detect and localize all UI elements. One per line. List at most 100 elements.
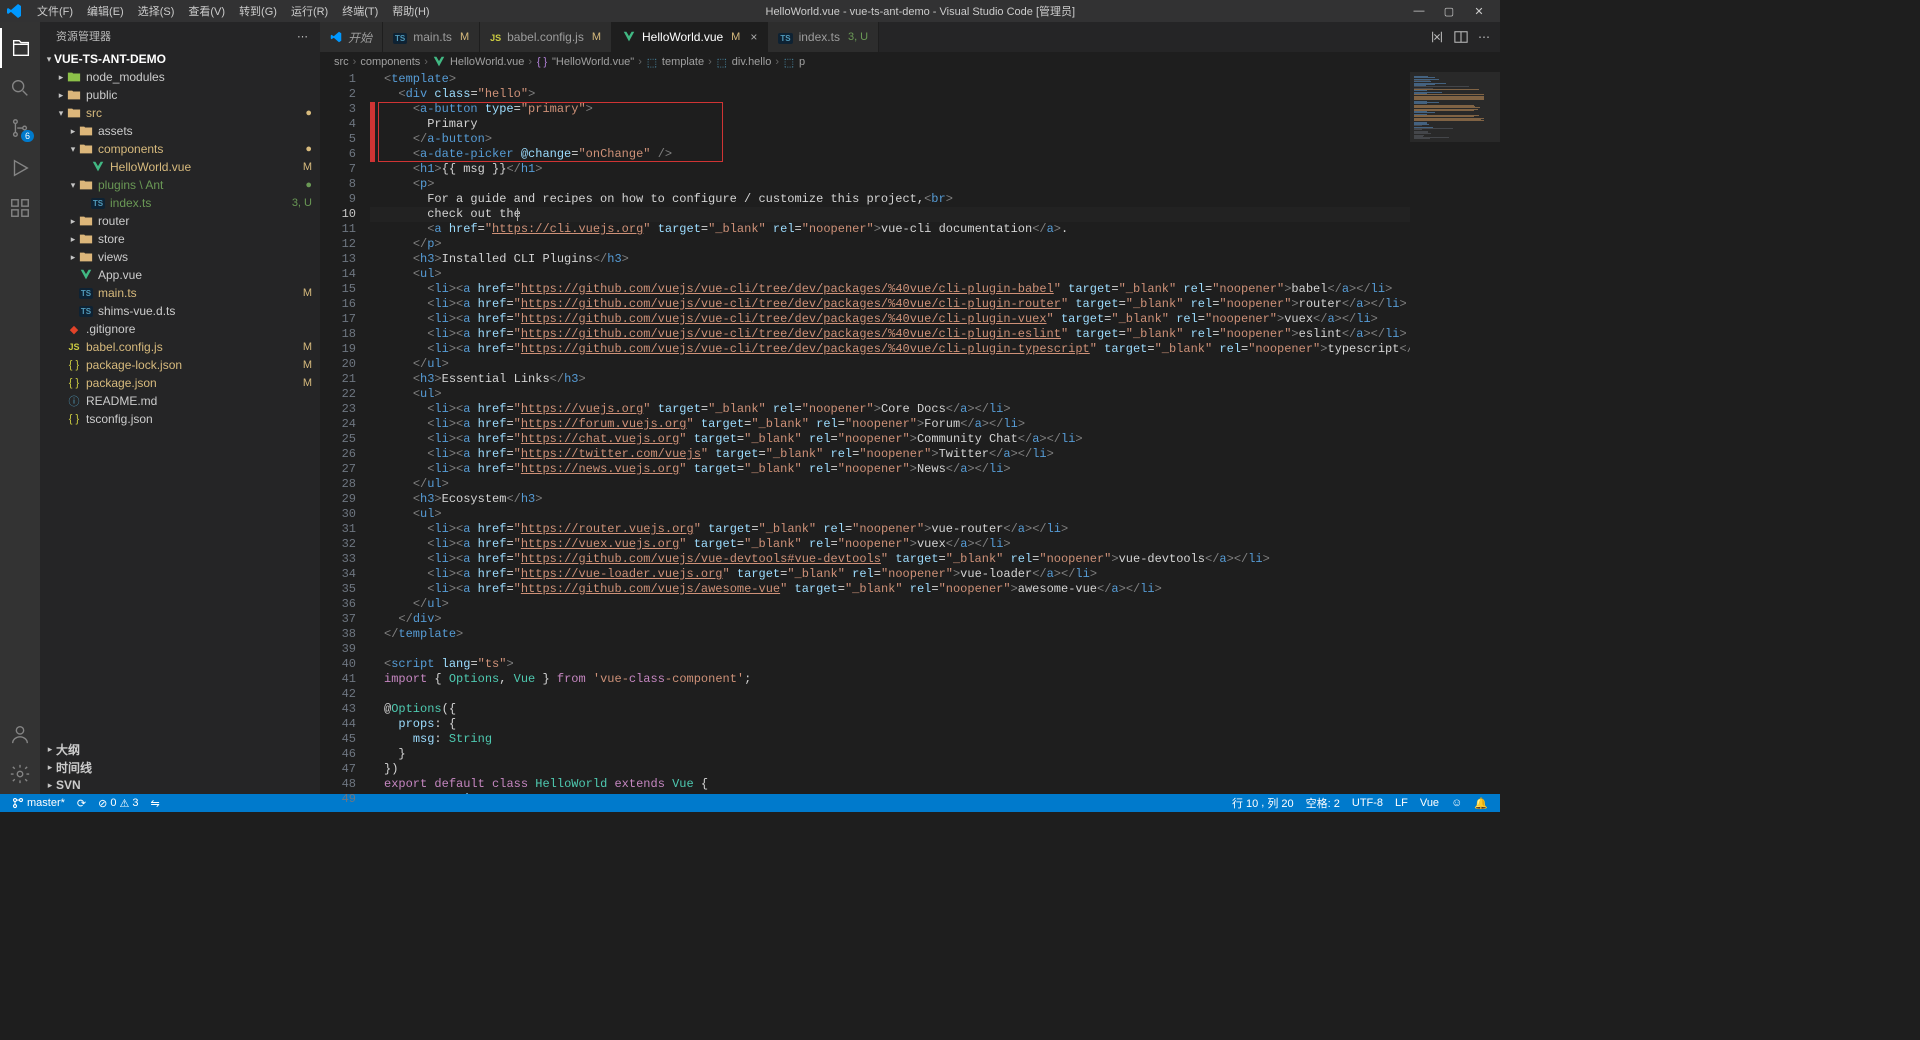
breadcrumb-item[interactable]: components — [360, 56, 420, 68]
tree-folder[interactable]: ▸assets — [40, 122, 320, 140]
tree-folder[interactable]: ▸public — [40, 86, 320, 104]
project-name: VUE-TS-ANT-DEMO — [54, 52, 312, 66]
tree-folder[interactable]: ▾plugins \ Ant● — [40, 176, 320, 194]
menu-item[interactable]: 文件(F) — [30, 1, 80, 21]
sidebar-section[interactable]: ▸SVN — [40, 776, 320, 794]
tree-folder[interactable]: ▾components● — [40, 140, 320, 158]
status-feedback-icon[interactable]: ☺ — [1445, 797, 1468, 809]
branch-label: master* — [27, 797, 65, 809]
editor-area: 开始TSmain.tsMJSbabel.config.jsMHelloWorld… — [320, 22, 1500, 794]
run-debug-icon[interactable] — [0, 148, 40, 188]
menu-item[interactable]: 转到(G) — [232, 1, 284, 21]
sidebar-section[interactable]: ▸大纲 — [40, 740, 320, 758]
status-problems[interactable]: ⊘0 ⚠3 — [92, 797, 144, 810]
menu-item[interactable]: 编辑(E) — [80, 1, 131, 21]
tab-label: main.ts — [413, 30, 452, 44]
tree-label: views — [98, 250, 312, 264]
source-control-icon[interactable]: 6 — [0, 108, 40, 148]
tree-file[interactable]: ◆.gitignore — [40, 320, 320, 338]
tree-label: components — [98, 142, 299, 156]
menu-item[interactable]: 选择(S) — [131, 1, 182, 21]
project-root[interactable]: ▾ VUE-TS-ANT-DEMO — [40, 50, 320, 68]
tree-file[interactable]: TSmain.tsM — [40, 284, 320, 302]
tree-file[interactable]: JSbabel.config.jsM — [40, 338, 320, 356]
breadcrumb-item[interactable]: template — [662, 56, 704, 68]
tree-file[interactable]: App.vue — [40, 266, 320, 284]
maximize-button[interactable]: ▢ — [1434, 0, 1464, 22]
tree-file[interactable]: { }package-lock.jsonM — [40, 356, 320, 374]
tree-label: tsconfig.json — [86, 412, 312, 426]
breadcrumb-item[interactable]: "HelloWorld.vue" — [552, 56, 634, 68]
tree-label: assets — [98, 124, 312, 138]
sidebar-section[interactable]: ▸时间线 — [40, 758, 320, 776]
status-branch[interactable]: master* — [6, 797, 71, 809]
breadcrumb-item[interactable]: div.hello — [732, 56, 772, 68]
more-tab-actions-icon[interactable]: ⋯ — [1478, 30, 1490, 44]
tree-label: index.ts — [110, 196, 286, 210]
status-language[interactable]: Vue — [1414, 797, 1445, 809]
status-notifications-icon[interactable]: 🔔 — [1468, 797, 1494, 810]
explorer-icon[interactable] — [0, 28, 40, 68]
tree-file[interactable]: { }tsconfig.json — [40, 410, 320, 428]
sidebar-title: 资源管理器 — [56, 28, 111, 44]
menu-item[interactable]: 运行(R) — [284, 1, 335, 21]
status-indentation[interactable]: 空格: 2 — [1300, 795, 1346, 811]
tree-label: plugins \ Ant — [98, 178, 299, 192]
tree-file[interactable]: TSindex.ts3, U — [40, 194, 320, 212]
tree-file[interactable]: HelloWorld.vueM — [40, 158, 320, 176]
editor-tab[interactable]: HelloWorld.vueM× — [612, 22, 768, 52]
editor-tab[interactable]: 开始 — [320, 22, 383, 52]
sidebar-header: 资源管理器 ⋯ — [40, 22, 320, 50]
scm-badge: 6 — [21, 130, 34, 142]
code-editor[interactable]: <template> <div class="hello"> <a-button… — [370, 72, 1410, 794]
tree-file[interactable]: ⓘREADME.md — [40, 392, 320, 410]
status-ports[interactable]: ⇋ — [144, 797, 165, 810]
tree-file[interactable]: { }package.jsonM — [40, 374, 320, 392]
tree-label: HelloWorld.vue — [110, 160, 297, 174]
close-tab-icon[interactable]: × — [750, 30, 757, 44]
tab-actions: ⋯ — [1420, 22, 1500, 52]
minimize-button[interactable]: — — [1404, 0, 1434, 22]
file-tree: ▸node_modules▸public▾src●▸assets▾compone… — [40, 68, 320, 740]
status-sync[interactable]: ⟳ — [71, 797, 92, 810]
tree-label: store — [98, 232, 312, 246]
tab-label: 开始 — [348, 29, 372, 46]
tree-label: public — [86, 88, 312, 102]
tree-label: App.vue — [98, 268, 312, 282]
tree-label: package-lock.json — [86, 358, 297, 372]
compare-changes-icon[interactable] — [1430, 30, 1444, 44]
vscode-logo-icon — [6, 3, 22, 19]
tree-folder[interactable]: ▸store — [40, 230, 320, 248]
split-editor-icon[interactable] — [1454, 30, 1468, 44]
tree-folder[interactable]: ▸views — [40, 248, 320, 266]
explorer-sidebar: 资源管理器 ⋯ ▾ VUE-TS-ANT-DEMO ▸node_modules▸… — [40, 22, 320, 794]
menu-item[interactable]: 帮助(H) — [385, 1, 436, 21]
errors-count: 0 — [110, 797, 116, 809]
editor-tab[interactable]: TSmain.tsM — [383, 22, 480, 52]
close-button[interactable]: ✕ — [1464, 0, 1494, 22]
breadcrumbs[interactable]: src›components›HelloWorld.vue›{ }"HelloW… — [320, 52, 1500, 72]
status-line-col[interactable]: 行 10, 列 20 — [1226, 795, 1300, 811]
extensions-icon[interactable] — [0, 188, 40, 228]
menu-item[interactable]: 终端(T) — [335, 1, 385, 21]
editor-tab[interactable]: JSbabel.config.jsM — [480, 22, 612, 52]
more-actions-icon[interactable]: ⋯ — [297, 30, 310, 43]
warnings-count: 3 — [132, 797, 138, 809]
breadcrumb-item[interactable]: HelloWorld.vue — [450, 56, 524, 68]
account-icon[interactable] — [0, 714, 40, 754]
minimap[interactable] — [1410, 72, 1500, 794]
search-icon[interactable] — [0, 68, 40, 108]
menu-item[interactable]: 查看(V) — [181, 1, 232, 21]
breadcrumb-item[interactable]: src — [334, 56, 349, 68]
settings-gear-icon[interactable] — [0, 754, 40, 794]
titlebar: 文件(F)编辑(E)选择(S)查看(V)转到(G)运行(R)终端(T)帮助(H)… — [0, 0, 1500, 22]
status-encoding[interactable]: UTF-8 — [1346, 797, 1389, 809]
status-eol[interactable]: LF — [1389, 797, 1414, 809]
tree-folder[interactable]: ▸router — [40, 212, 320, 230]
breadcrumb-item[interactable]: p — [799, 56, 805, 68]
tree-folder[interactable]: ▸node_modules — [40, 68, 320, 86]
tree-folder[interactable]: ▾src● — [40, 104, 320, 122]
tab-label: babel.config.js — [507, 30, 584, 44]
editor-tab[interactable]: TSindex.ts3, U — [768, 22, 879, 52]
tree-file[interactable]: TSshims-vue.d.ts — [40, 302, 320, 320]
